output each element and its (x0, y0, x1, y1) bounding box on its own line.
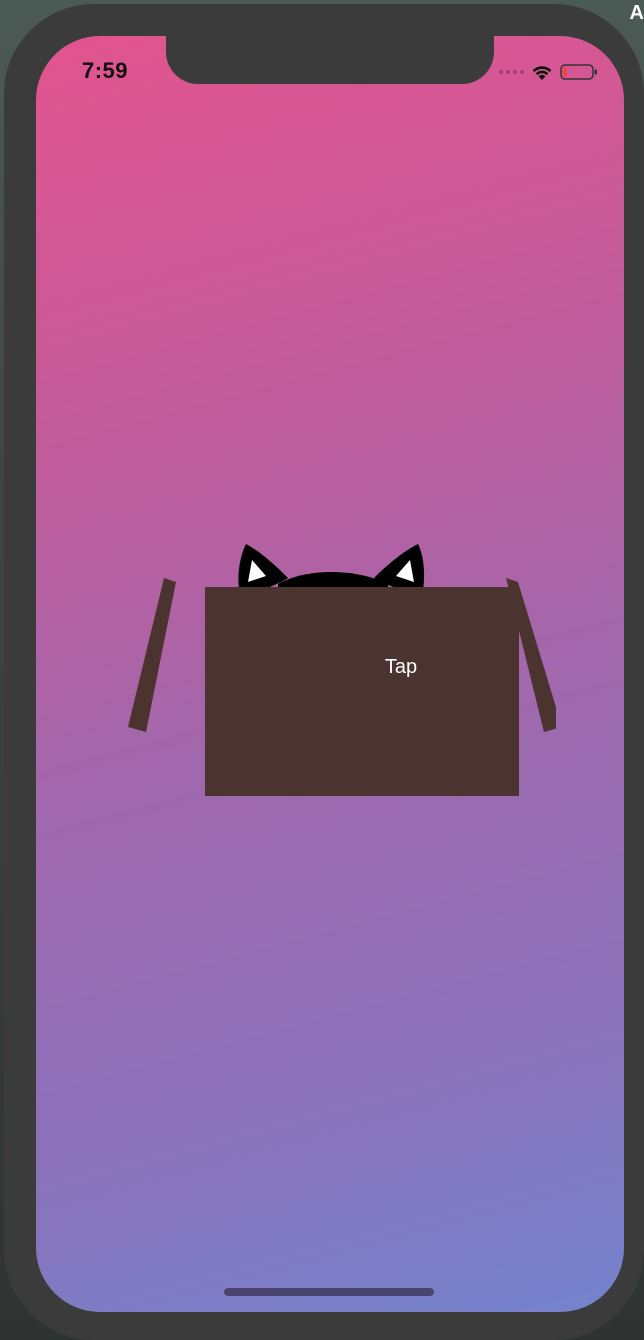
home-indicator[interactable] (224, 1288, 434, 1296)
desktop-corner-text: A (629, 2, 644, 24)
signal-dots-icon (499, 70, 524, 74)
phone-frame: 7:59 Tap (4, 4, 644, 1340)
tap-label: Tap (384, 656, 418, 678)
status-time: 7:59 (82, 58, 129, 83)
device-notch (166, 36, 494, 84)
cat-in-box-button[interactable]: Tap (106, 516, 562, 809)
box-body (205, 587, 519, 809)
app-screen: 7:59 Tap (36, 36, 624, 1312)
battery-low-icon (560, 64, 597, 80)
status-indicators (499, 62, 598, 82)
wifi-icon (532, 66, 552, 80)
box-left-flap (128, 578, 176, 732)
